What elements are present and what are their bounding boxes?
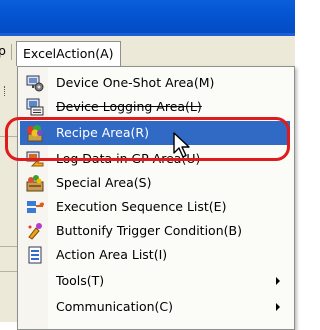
menu-item-device-logging-area[interactable]: Device Logging Area(L): [20, 95, 290, 119]
menu-item-label: Device Logging Area(L): [56, 99, 202, 114]
action-area-list-icon: [26, 246, 44, 264]
menu-item-log-data-in-gp-area[interactable]: Log Data in GP Area(U): [20, 147, 290, 171]
divider: [0, 246, 18, 247]
menu-item-communication[interactable]: Communication(C): [20, 295, 290, 319]
menu-item-label: Tools(T): [56, 273, 105, 288]
special-area-icon: [26, 174, 44, 192]
menu-item-action-area-list[interactable]: Action Area List(I): [20, 243, 290, 267]
divider: [0, 136, 18, 137]
left-toolbar-strip: [0, 66, 18, 322]
menubar: p ExcelAction(A): [0, 36, 295, 68]
menu-item-tools[interactable]: Tools(T): [20, 269, 290, 293]
window-titlebar: [0, 0, 295, 36]
menu-item-label: Device One-Shot Area(M): [56, 75, 215, 90]
menu-item-buttonify-trigger-condition[interactable]: Buttonify Trigger Condition(B): [20, 219, 290, 243]
menu-item-device-oneshot-area[interactable]: Device One-Shot Area(M): [20, 71, 290, 95]
toolbar-grip[interactable]: [4, 86, 8, 96]
menu-prev[interactable]: p: [0, 41, 8, 61]
menu-excelaction[interactable]: ExcelAction(A): [16, 41, 121, 68]
device-oneshot-icon: [26, 74, 44, 92]
menu-item-label: Communication(C): [56, 299, 174, 314]
buttonify-trigger-icon: [26, 222, 44, 240]
menu-item-recipe-area[interactable]: Recipe Area(R): [20, 121, 290, 145]
recipe-icon: [26, 124, 44, 142]
device-logging-icon: [26, 98, 44, 116]
excelaction-dropdown-menu: Device One-Shot Area(M) Device Logging A…: [17, 66, 295, 330]
menu-item-label: Buttonify Trigger Condition(B): [56, 223, 242, 238]
menu-separator: [11, 44, 12, 60]
menu-item-label: Recipe Area(R): [56, 125, 149, 140]
execution-sequence-icon: [26, 198, 45, 216]
log-data-icon: [26, 150, 44, 168]
submenu-arrow-icon: [276, 303, 280, 311]
menu-item-label: Execution Sequence List(E): [56, 199, 227, 214]
mouse-pointer-icon: [173, 132, 190, 158]
menu-item-label: Action Area List(I): [56, 247, 168, 262]
divider: [0, 271, 18, 272]
menu-item-execution-sequence-list[interactable]: Execution Sequence List(E): [20, 195, 290, 219]
menu-item-label: Special Area(S): [56, 175, 152, 190]
menu-item-special-area[interactable]: Special Area(S): [20, 171, 290, 195]
submenu-arrow-icon: [276, 277, 280, 285]
